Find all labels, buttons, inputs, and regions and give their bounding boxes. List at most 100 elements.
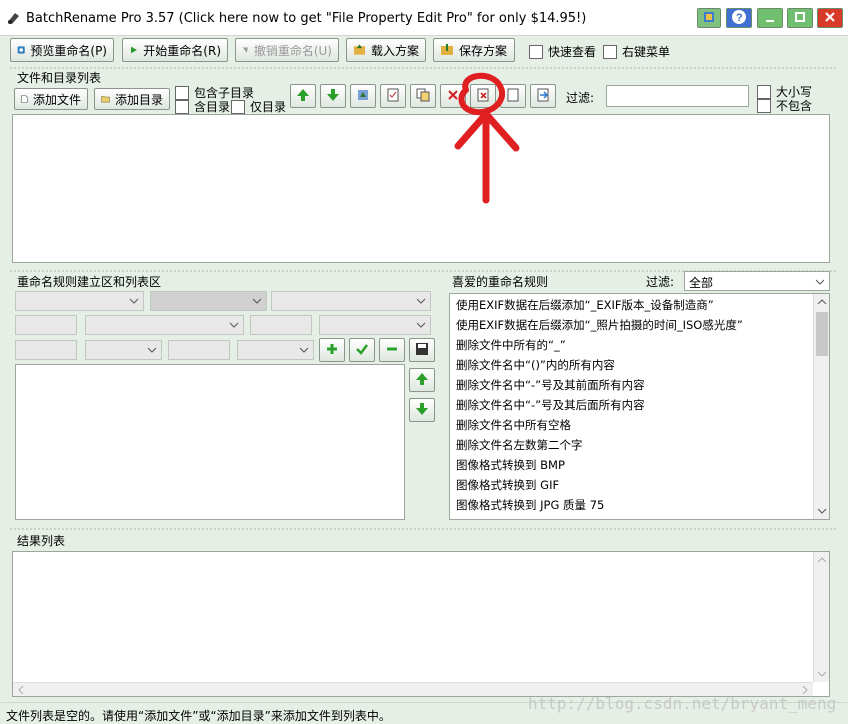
play-icon (130, 46, 137, 54)
move-up-button[interactable] (290, 84, 316, 108)
rule-param-select-3[interactable] (85, 340, 162, 360)
arrow-down-icon (327, 89, 339, 101)
chevron-down-icon (416, 298, 426, 304)
close-icon[interactable] (817, 8, 843, 28)
rule-param-select-4[interactable] (237, 340, 314, 360)
dir-only-checkbox[interactable]: 仅目录 (231, 98, 286, 115)
list-item[interactable]: 删除文件中所有的“_” (456, 337, 566, 353)
arrow-up-icon (297, 89, 309, 101)
favorites-filter-value: 全部 (689, 276, 714, 290)
file-list[interactable] (12, 114, 830, 263)
add-rule-button[interactable] (319, 338, 345, 362)
checklist-icon (387, 88, 399, 102)
chevron-down-icon (229, 322, 239, 328)
list-item[interactable]: 图像格式转换到 BMP (456, 457, 565, 473)
save-label: 保存方案 (459, 43, 508, 58)
list-item[interactable]: 删除文件名中“-”号及其前面所有内容 (456, 377, 645, 393)
refresh-icon (358, 90, 368, 100)
quick-view-label: 快速查看 (548, 45, 597, 59)
include-dir-checkbox[interactable]: 含目录 (175, 98, 230, 115)
favorites-filter-select[interactable]: 全部 (684, 271, 830, 291)
right-menu-box[interactable] (603, 44, 617, 59)
refresh-button[interactable] (350, 84, 376, 108)
results-list[interactable] (12, 551, 830, 697)
rule-param-input-2[interactable] (250, 315, 312, 335)
save-icon (441, 44, 453, 55)
favorites-filter-label: 过滤: (646, 275, 675, 289)
rule-param-input-3[interactable] (15, 340, 77, 360)
list-item[interactable]: 图像格式转换到 JPG 质量 75 (456, 497, 604, 513)
save-rule-button[interactable] (409, 338, 435, 362)
remove-rule-button[interactable] (379, 338, 405, 362)
preview-icon (17, 46, 25, 54)
maximize-icon[interactable] (787, 8, 813, 28)
right-menu-label: 右键菜单 (622, 45, 671, 59)
rule-option-select[interactable] (271, 291, 431, 311)
right-menu-checkbox[interactable]: 右键菜单 (603, 43, 670, 60)
window-title[interactable]: BatchRename Pro 3.57 (Click here now to … (26, 11, 586, 26)
list-item[interactable]: 删除文件名中“-”号及其后面所有内容 (456, 397, 645, 413)
rule-list[interactable] (15, 364, 405, 520)
svg-text:?: ? (736, 12, 743, 24)
chevron-up-icon[interactable] (817, 297, 827, 307)
exclude-checkbox[interactable]: 不包含 (757, 97, 812, 114)
file-icon (21, 95, 28, 103)
check-list-button[interactable] (380, 84, 406, 108)
rule-type-select[interactable] (15, 291, 144, 311)
arrow-up-icon (416, 373, 428, 385)
chevron-left-icon[interactable] (16, 685, 26, 695)
book-icon[interactable] (697, 8, 721, 28)
rule-subtype-select[interactable] (150, 291, 267, 311)
list-item[interactable]: 图像格式转换到 GIF (456, 477, 559, 493)
add-file-label: 添加文件 (32, 92, 81, 107)
start-label: 开始重命名(R) (143, 43, 221, 58)
quick-view-box[interactable] (529, 44, 543, 59)
chevron-down-icon[interactable] (817, 669, 827, 679)
load-label: 载入方案 (370, 43, 419, 58)
check-icon (356, 344, 368, 355)
rule-param-select-2[interactable] (319, 315, 431, 335)
chevron-down-icon[interactable] (817, 506, 827, 516)
scrollbar-thumb[interactable] (816, 312, 828, 356)
exclude-box[interactable] (757, 98, 771, 113)
rule-down-button[interactable] (409, 398, 435, 422)
floppy-disk-icon (416, 343, 428, 355)
move-down-button[interactable] (320, 84, 346, 108)
minimize-icon[interactable] (757, 8, 783, 28)
rule-param-select-1[interactable] (85, 315, 244, 335)
chevron-down-icon (147, 347, 157, 353)
add-dir-button[interactable]: 添加目录 (94, 88, 170, 110)
favorites-list[interactable]: 使用EXIF数据在后缀添加“_EXIF版本_设备制造商” 使用EXIF数据在后缀… (449, 293, 830, 520)
list-item[interactable]: 删除文件名左数第二个字 (456, 437, 583, 453)
start-rename-button[interactable]: 开始重命名(R) (122, 38, 228, 62)
rule-param-input-4[interactable] (168, 340, 230, 360)
help-icon[interactable]: ? (726, 8, 752, 28)
include-dir-box[interactable] (175, 99, 189, 114)
export-button[interactable] (530, 84, 556, 108)
quick-view-checkbox[interactable]: 快速查看 (529, 43, 596, 60)
list-item[interactable]: 删除文件名中“()”内的所有内容 (456, 357, 615, 373)
file-filter-input[interactable] (606, 85, 749, 107)
list-item[interactable]: 使用EXIF数据在后缀添加“_EXIF版本_设备制造商” (456, 297, 714, 313)
add-file-button[interactable]: 添加文件 (14, 88, 88, 110)
list-item[interactable]: 删除文件名中所有空格 (456, 417, 571, 433)
dir-only-box[interactable] (231, 99, 245, 114)
annotation-arrow (454, 72, 520, 204)
copy-button[interactable] (410, 84, 436, 108)
preview-rename-button[interactable]: 预览重命名(P) (10, 38, 114, 62)
undo-rename-button[interactable]: 撤销重命名(U) (235, 38, 339, 62)
rule-up-button[interactable] (409, 368, 435, 392)
chevron-down-icon (252, 298, 262, 304)
results-scrollbar[interactable] (813, 552, 829, 682)
list-item[interactable]: 使用EXIF数据在后缀添加“_照片拍摄的时间_ISO感光度” (456, 317, 743, 333)
files-group-title: 文件和目录列表 (17, 71, 102, 85)
chevron-down-icon (815, 279, 825, 285)
apply-rule-button[interactable] (349, 338, 375, 362)
chevron-up-icon[interactable] (817, 555, 827, 565)
favorites-scrollbar[interactable] (813, 294, 829, 519)
load-scheme-button[interactable]: 载入方案 (346, 38, 426, 62)
preview-label: 预览重命名(P) (30, 43, 107, 58)
save-scheme-button[interactable]: 保存方案 (433, 38, 515, 62)
rule-param-input-1[interactable] (15, 315, 77, 335)
divider (10, 67, 836, 69)
